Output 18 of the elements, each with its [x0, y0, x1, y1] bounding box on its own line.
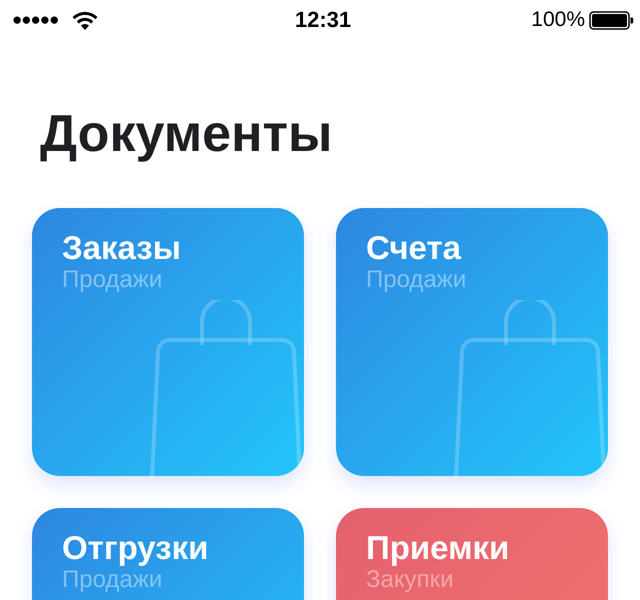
battery-icon — [589, 10, 634, 30]
page-title: Документы — [40, 104, 334, 164]
card-title: Приемки — [366, 530, 510, 566]
card-subtitle: Закупки — [366, 566, 455, 594]
document-card[interactable]: Отгрузки Продажи — [32, 508, 304, 600]
card-subtitle: Продажи — [62, 266, 164, 294]
card-title: Счета — [366, 230, 462, 266]
card-subtitle: Продажи — [62, 566, 164, 594]
signal-dots: ●●●●● — [12, 10, 58, 30]
document-card[interactable]: Счета Продажи — [336, 208, 608, 476]
document-card[interactable]: Приемки Закупки — [336, 508, 608, 600]
wifi-icon — [72, 10, 98, 30]
clock-time: 12:31 — [294, 7, 352, 33]
document-card[interactable]: Заказы Продажи — [32, 208, 304, 476]
card-subtitle: Продажи — [366, 266, 468, 294]
card-title: Заказы — [62, 230, 182, 266]
battery-percent: 100% — [531, 8, 585, 32]
card-title: Отгрузки — [62, 530, 210, 566]
